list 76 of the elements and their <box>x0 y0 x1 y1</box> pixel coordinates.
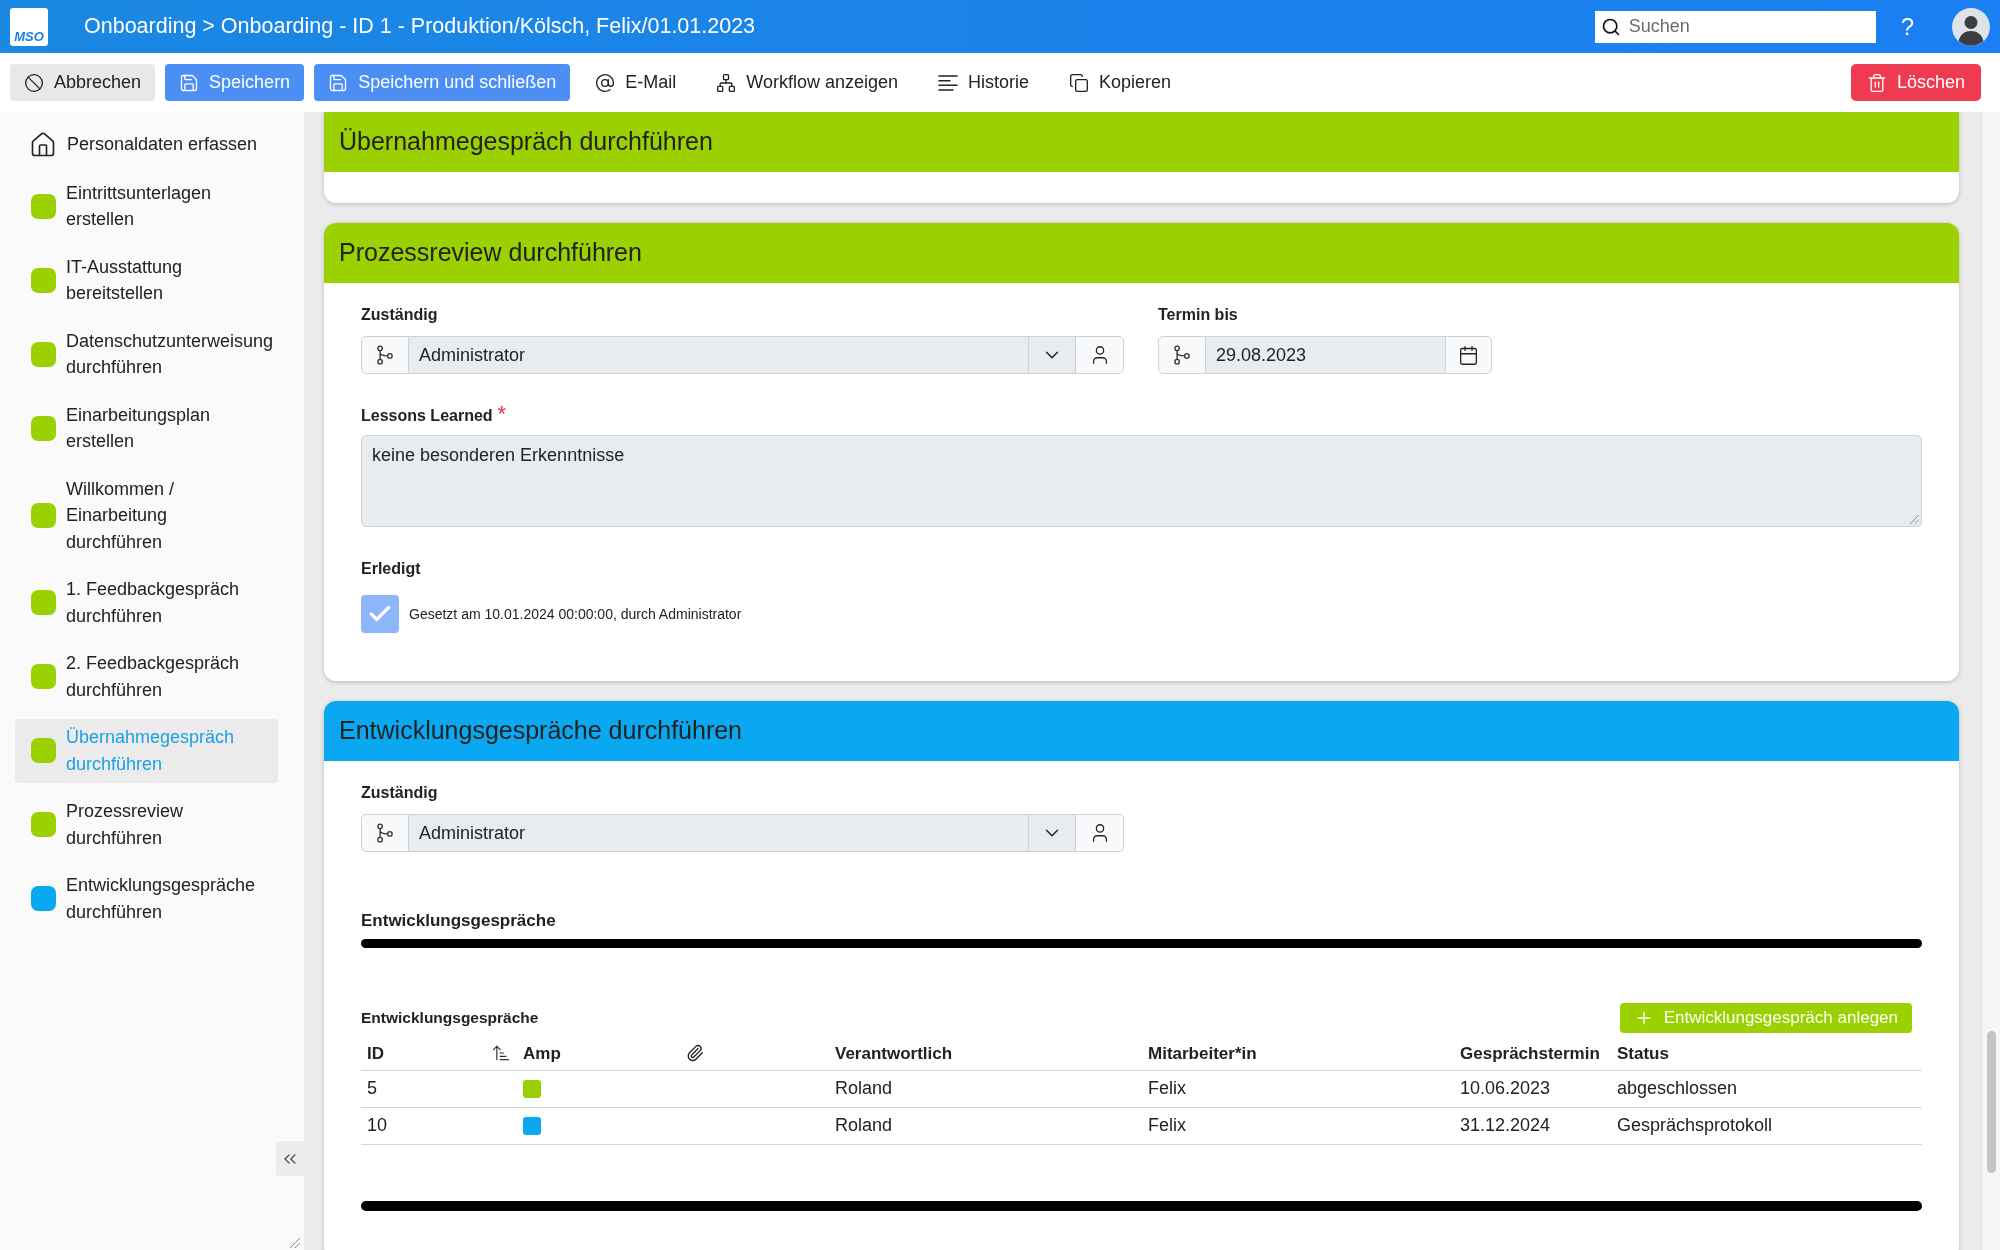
column-header[interactable]: Gesprächstermin <box>1460 1040 1600 1066</box>
table-cell: abgeschlossen <box>1611 1070 1922 1107</box>
section-header: Übernahmegespräch durchführen <box>324 112 1959 172</box>
delete-button[interactable]: Löschen <box>1850 64 1981 101</box>
subsection-heading: Entwicklungsgespräche <box>361 910 557 932</box>
sidebar-item[interactable]: IT-Ausstattung bereitstellen <box>15 248 278 312</box>
calendar-button[interactable] <box>1445 336 1492 374</box>
workflow-assign-button[interactable] <box>361 336 409 374</box>
sidebar-item[interactable]: Prozessreview durchführen <box>15 792 278 857</box>
window-title: Onboarding > Onboarding - ID 1 - Produktion/Kölsch, Felix/01.01.2023 <box>84 13 756 41</box>
field-label: Erledigt <box>361 559 422 579</box>
table-cell: 10.06.2023 <box>1454 1070 1611 1107</box>
sidebar-item[interactable]: Personaldaten erfassen <box>15 125 278 164</box>
home-icon <box>29 130 57 159</box>
resize-grip-icon[interactable] <box>290 1238 300 1248</box>
collapse-button[interactable] <box>276 1141 304 1176</box>
copy-icon <box>1069 72 1090 93</box>
workflow-assign-button[interactable] <box>361 814 409 852</box>
connected-nodes-icon <box>716 72 737 93</box>
paperclip-icon[interactable] <box>686 1044 704 1063</box>
sidebar-item[interactable]: 1. Feedbackgespräch durchführen <box>15 570 278 635</box>
user-picker-button[interactable] <box>1076 336 1124 374</box>
sidebar-item[interactable]: Entwicklungsgespräche durchführen <box>15 866 278 931</box>
app-logo[interactable]: MSO <box>10 7 48 46</box>
sidebar-item[interactable]: Eintrittsunterlagen erstellen <box>15 174 278 238</box>
branch-icon <box>377 345 393 365</box>
column-header[interactable]: Verantwortlich <box>835 1040 953 1066</box>
workflow-assign-button[interactable] <box>1158 336 1206 374</box>
table-cell: Roland <box>829 1070 1142 1107</box>
date-field[interactable]: 29.08.2023 <box>1206 336 1445 374</box>
calendar-icon <box>1458 344 1479 366</box>
assignee-select[interactable]: Administrator <box>409 336 1028 374</box>
table-title: Entwicklungsgespräche <box>361 1008 539 1029</box>
table-cell: 10 <box>361 1107 517 1144</box>
checkbox-note: Gesetzt am 10.01.2024 00:00:00, durch Administrator <box>409 604 742 624</box>
trash-icon <box>1866 72 1887 93</box>
section-header: Entwicklungsgespräche durchführen <box>324 701 1959 761</box>
at-sign-icon <box>595 72 616 93</box>
sidebar-item[interactable]: Willkommen / Einarbeitung durchführen <box>15 470 278 561</box>
scrollbar-thumb[interactable] <box>1986 1031 1996 1173</box>
assignee-select[interactable]: Administrator <box>409 814 1028 852</box>
workflow-button[interactable]: Workflow anzeigen <box>701 64 914 101</box>
prohibited-icon <box>24 72 44 93</box>
sidebar-item[interactable]: Datenschutzunterweisung durchführen <box>15 322 278 386</box>
help-button[interactable]: ? <box>1900 14 1914 39</box>
column-header[interactable]: Amp <box>523 1040 561 1066</box>
field-label: Zuständig <box>361 305 439 325</box>
search-field[interactable]: Suchen <box>1594 10 1876 43</box>
search-icon <box>1600 16 1621 37</box>
cancel-button[interactable]: Abbrechen <box>10 64 156 101</box>
table-cell: Felix <box>1142 1107 1454 1144</box>
field-label: Lessons Learned <box>361 406 493 426</box>
sidebar-item[interactable]: Einarbeitungsplan erstellen <box>15 396 278 460</box>
text-lines-icon <box>938 72 959 93</box>
column-header[interactable]: Status <box>1617 1040 1669 1066</box>
table-cell: Gesprächsprotokoll <box>1611 1107 1922 1144</box>
section-header: Prozessreview durchführen <box>324 223 1959 283</box>
field-label: Termin bis <box>1158 305 1239 325</box>
branch-icon <box>1174 345 1190 365</box>
avatar-icon[interactable] <box>1952 7 1990 46</box>
table-cell: 31.12.2024 <box>1454 1107 1611 1144</box>
user-picker-button[interactable] <box>1076 814 1124 852</box>
branch-icon <box>377 823 393 843</box>
column-header[interactable]: ID <box>367 1040 384 1066</box>
table-cell: Roland <box>829 1107 1142 1144</box>
email-button[interactable]: E-Mail <box>580 64 692 101</box>
history-button[interactable]: Historie <box>923 64 1045 101</box>
field-label: Zuständig <box>361 783 439 803</box>
copy-button[interactable]: Kopieren <box>1054 64 1187 101</box>
lessons-learned-field[interactable]: keine besonderen Erkenntnisse <box>361 435 1922 527</box>
table-cell: 5 <box>361 1070 517 1107</box>
resize-grip-icon[interactable] <box>1910 515 1919 524</box>
table-cell: Felix <box>1142 1070 1454 1107</box>
column-header[interactable]: Mitarbeiter*in <box>1148 1040 1257 1066</box>
required-mark: * <box>497 406 507 422</box>
sidebar-item[interactable]: 2. Feedbackgespräch durchführen <box>15 644 278 709</box>
